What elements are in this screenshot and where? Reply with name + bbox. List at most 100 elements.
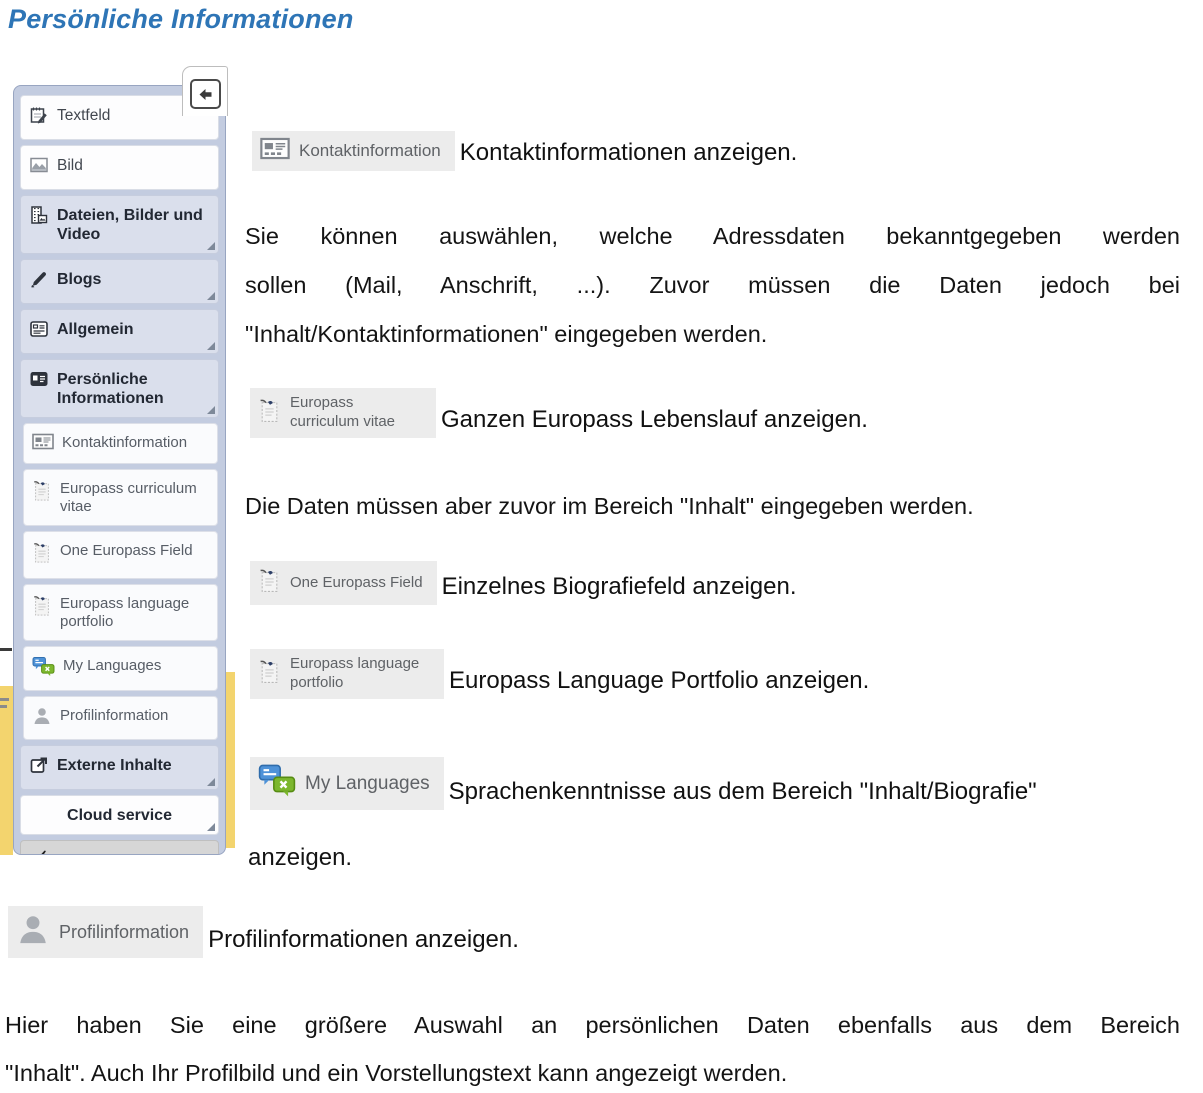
caption-text: Kontaktinformationen anzeigen.	[460, 138, 798, 171]
sidebar-item-bild[interactable]: Bild	[20, 145, 219, 190]
sidebar-item-label: Textfeld	[57, 106, 110, 125]
paragraph-bottom: Hier haben Sie eine größere Auswahl an p…	[5, 1001, 1180, 1093]
caption-text: Europass Language Portfolio anzeigen.	[449, 666, 869, 699]
europass-language-portfolio-block-button[interactable]: Europass language portfolio	[250, 649, 444, 699]
theme-brush-icon	[28, 849, 48, 855]
row-kontaktinformation: Kontaktinformation Kontaktinformationen …	[252, 131, 797, 171]
caption-text: Einzelnes Biografiefeld anzeigen.	[442, 572, 797, 605]
paragraph-cv: Die Daten müssen aber zuvor im Bereich "…	[245, 482, 1180, 531]
expand-corner-icon	[207, 242, 215, 250]
sidebar-item-label: My Languages	[63, 657, 161, 675]
sidebar-item-cloud-service[interactable]: Cloud service	[20, 795, 219, 835]
cropped-icon-fragment	[0, 698, 9, 701]
row-my-languages: My Languages Sprachenkenntnisse aus dem …	[250, 757, 1037, 810]
collapse-tab	[182, 66, 228, 116]
sidebar-item-label: Europass language portfolio	[60, 595, 190, 631]
inline-button-label: Europass language portfolio	[290, 655, 430, 693]
sidebar-item-label: Kontaktinformation	[62, 434, 187, 452]
sidebar-item-label: Thema	[57, 853, 109, 856]
sidebar-item-externe-inhalte[interactable]: Externe Inhalte	[20, 745, 219, 790]
inline-button-label: My Languages	[305, 772, 430, 796]
expand-corner-icon	[207, 342, 215, 350]
contact-card-icon	[260, 137, 290, 165]
europass-document-icon	[32, 479, 52, 507]
sidebar-item-europass-language-portfolio[interactable]: Europass language portfolio	[23, 584, 218, 641]
files-media-icon	[29, 205, 49, 230]
sidebar-item-kontaktinformation[interactable]: Kontaktinformation	[23, 423, 218, 464]
general-form-icon	[29, 319, 49, 344]
inline-button-label: Profilinformation	[59, 921, 189, 944]
languages-bubbles-icon	[32, 656, 55, 681]
row-one-europass-field: One Europass Field Einzelnes Biografiefe…	[250, 561, 796, 605]
page-title: Persönliche Informationen	[8, 4, 354, 35]
document-page: Persönliche Informationen Textfeld Bild …	[0, 0, 1203, 1093]
sidebar-item-label: Europass curriculum vitae	[60, 480, 200, 516]
blogs-pencil-icon	[29, 269, 49, 294]
row-europass-cv: Europass curriculum vitae Ganzen Europas…	[250, 388, 868, 438]
sidebar-section-thema: Thema Es wurde keine Designv ▼	[20, 840, 219, 855]
europass-document-icon	[32, 594, 52, 622]
row-europass-language-portfolio: Europass language portfolio Europass Lan…	[250, 649, 869, 699]
paragraph-line: sollen (Mail, Anschrift, ...). Zuvor müs…	[245, 261, 1180, 310]
my-languages-block-button[interactable]: My Languages	[250, 757, 444, 810]
inline-button-label: Kontaktinformation	[299, 140, 441, 161]
personal-info-badge-icon	[29, 369, 49, 394]
one-europass-field-block-button[interactable]: One Europass Field	[250, 561, 437, 605]
cropped-icon-fragment	[0, 705, 7, 708]
sidebar-item-label: Blogs	[57, 270, 101, 289]
cropped-line-fragment	[0, 648, 12, 651]
sidebar-item-one-europass-field[interactable]: One Europass Field	[23, 531, 218, 579]
paragraph-line: "Inhalt/Kontaktinformationen" eingegeben…	[245, 310, 1180, 359]
sidebar-item-blogs[interactable]: Blogs	[20, 259, 219, 304]
europass-document-icon	[32, 541, 52, 569]
sidebar-item-label: Persönliche Informationen	[57, 370, 177, 408]
sidebar-item-label: Bild	[57, 156, 83, 175]
caption-text: Ganzen Europass Lebenslauf anzeigen.	[441, 405, 868, 438]
sidebar-item-allgemein[interactable]: Allgemein	[20, 309, 219, 354]
sidebar-item-europass-curriculum-vitae[interactable]: Europass curriculum vitae	[23, 469, 218, 526]
sidebar-item-dateien-bilder-video[interactable]: Dateien, Bilder und Video	[20, 195, 219, 254]
sidebar-item-label: One Europass Field	[60, 542, 193, 560]
content-blocks-sidebar: Textfeld Bild Dateien, Bilder und Video …	[13, 85, 226, 855]
contact-card-icon	[32, 433, 54, 454]
inline-button-label: One Europass Field	[290, 574, 423, 593]
arrow-left-icon	[197, 87, 214, 102]
image-icon	[29, 155, 49, 180]
expand-corner-icon	[207, 778, 215, 786]
profilinformation-block-button[interactable]: Profilinformation	[8, 906, 203, 958]
paragraph-line: Sie können auswählen, welche Adressdaten…	[245, 212, 1180, 261]
profile-person-icon	[16, 912, 50, 952]
paragraph-line: "Inhalt". Auch Ihr Profilbild und ein Vo…	[5, 1049, 1180, 1093]
paragraph-kontakt: Sie können auswählen, welche Adressdaten…	[245, 212, 1180, 359]
caption-text: anzeigen.	[248, 833, 352, 882]
sidebar-item-profilinformation[interactable]: Profilinformation	[23, 696, 218, 740]
sidebar-item-my-languages[interactable]: My Languages	[23, 646, 218, 691]
expand-corner-icon	[207, 406, 215, 414]
caption-text: Sprachenkenntnisse aus dem Bereich "Inha…	[449, 777, 1037, 810]
europass-document-icon	[258, 658, 281, 690]
sidebar-item-label: Externe Inhalte	[57, 756, 172, 775]
inline-button-label: Europass curriculum vitae	[290, 394, 422, 432]
yellow-highlight-right	[226, 672, 235, 848]
europass-cv-block-button[interactable]: Europass curriculum vitae	[250, 388, 436, 438]
sidebar-item-label: Cloud service	[67, 806, 172, 825]
expand-corner-icon	[207, 823, 215, 831]
collapse-left-arrow-button[interactable]	[190, 79, 221, 109]
sidebar-item-label: Allgemein	[57, 320, 133, 339]
europass-document-icon	[258, 567, 281, 599]
paragraph-line: Hier haben Sie eine größere Auswahl an p…	[5, 1001, 1180, 1049]
yellow-highlight-left	[0, 686, 13, 855]
paragraph-line: Die Daten müssen aber zuvor im Bereich "…	[245, 482, 1180, 531]
sidebar-item-label: Profilinformation	[60, 707, 168, 725]
row-profilinformation: Profilinformation Profilinformationen an…	[8, 906, 519, 958]
sidebar-item-label: Dateien, Bilder und Video	[57, 206, 205, 244]
external-content-icon	[29, 755, 49, 780]
caption-text: Profilinformationen anzeigen.	[208, 925, 519, 958]
expand-corner-icon	[207, 292, 215, 300]
sidebar-item-thema[interactable]: Thema	[28, 849, 211, 855]
caption-continuation: anzeigen.	[248, 833, 352, 882]
europass-document-icon	[258, 397, 281, 429]
sidebar-item-persoenliche-informationen[interactable]: Persönliche Informationen	[20, 359, 219, 418]
kontaktinformation-block-button[interactable]: Kontaktinformation	[252, 131, 455, 171]
languages-bubbles-icon	[258, 763, 296, 804]
